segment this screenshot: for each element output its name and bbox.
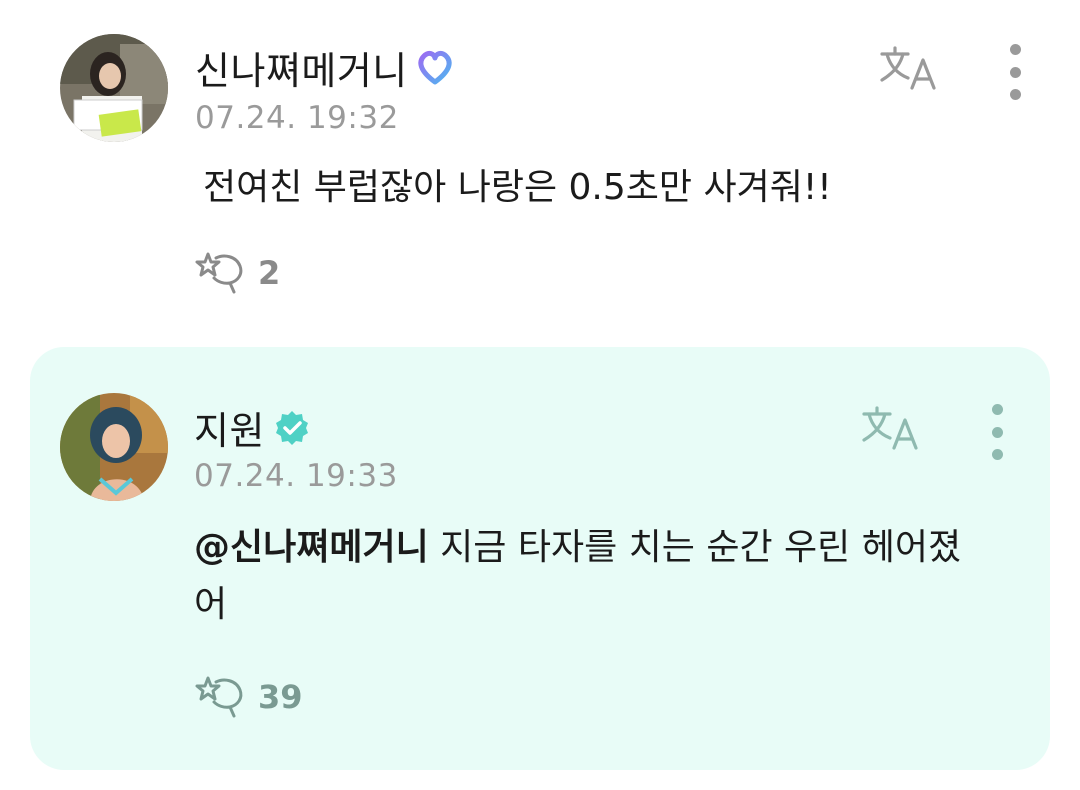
like-button[interactable]: 2 (194, 250, 280, 296)
more-options-button[interactable] (1005, 44, 1025, 100)
more-dot (991, 449, 1003, 460)
like-count: 2 (258, 254, 281, 292)
avatar[interactable] (60, 34, 168, 142)
avatar[interactable] (60, 393, 168, 501)
translate-icon[interactable] (878, 44, 940, 92)
comment-item: 신나쪄메거니 07.24. 19:32 전여친 부럽잖아 나랑은 0.5초만 사… (0, 0, 1080, 340)
heart-badge-icon (418, 50, 452, 84)
more-dot (1009, 66, 1021, 78)
like-button[interactable]: 39 (194, 674, 303, 720)
avatar-image (60, 34, 168, 142)
avatar-image (60, 393, 168, 501)
mention-link[interactable]: @신나쪄메거니 (194, 527, 429, 568)
heart-sparkle-icon (195, 676, 243, 718)
comment-text: 전여친 부럽잖아 나랑은 0.5초만 사겨줘!! (203, 159, 832, 216)
comment-timestamp: 07.24. 19:33 (194, 458, 398, 494)
author-name[interactable]: 신나쪄메거니 (195, 40, 408, 95)
comment-text: @신나쪄메거니 지금 타자를 치는 순간 우린 헤어졌어 (194, 519, 974, 633)
author-name[interactable]: 지원 (194, 400, 265, 455)
like-count: 39 (258, 678, 303, 716)
reply-comment-item: 지원 07.24. 19:33 @신나쪄메거니 지금 타자를 치는 순간 우린 … (30, 347, 1050, 770)
more-options-button[interactable] (987, 404, 1007, 460)
verified-badge-icon (275, 410, 308, 445)
more-dot (991, 404, 1003, 415)
comment-timestamp: 07.24. 19:32 (195, 100, 399, 136)
more-dot (1009, 44, 1021, 55)
translate-icon[interactable] (860, 404, 922, 452)
comment-body-text: 전여친 부럽잖아 나랑은 0.5초만 사겨줘!! (203, 167, 832, 208)
heart-sparkle-icon (195, 252, 243, 294)
more-dot (991, 426, 1003, 438)
more-dot (1009, 89, 1021, 100)
